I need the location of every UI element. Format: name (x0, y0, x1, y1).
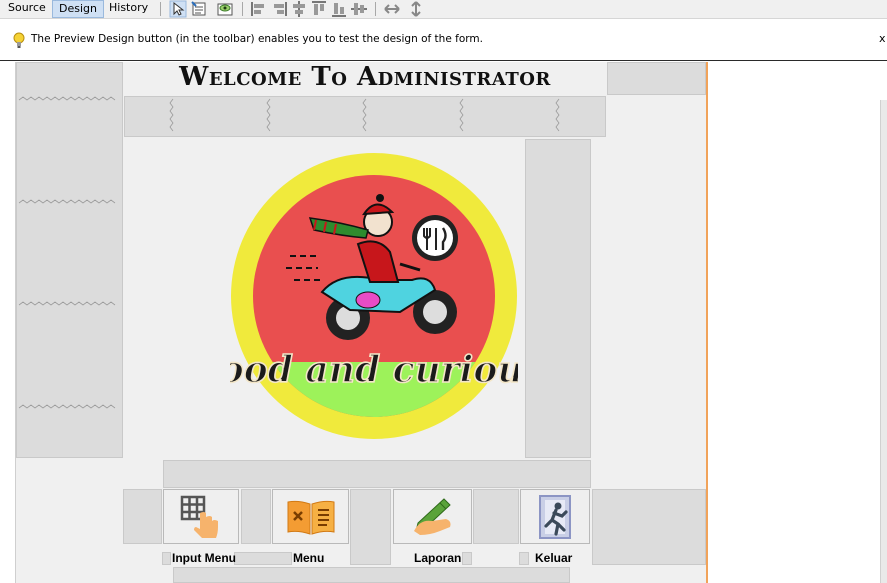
preview-design-icon[interactable] (216, 0, 234, 18)
toolbar-separator (375, 2, 376, 16)
hint-text: The Preview Design button (in the toolba… (31, 33, 483, 45)
layout-gap[interactable] (525, 139, 591, 458)
laporan-button[interactable] (393, 489, 472, 544)
hint-close-button[interactable]: x (879, 32, 886, 45)
menu-button[interactable] (272, 489, 349, 544)
tab-design[interactable]: Design (52, 0, 104, 18)
selection-mode-icon[interactable] (169, 0, 187, 18)
align-top-icon[interactable] (310, 0, 328, 18)
keluar-label: Keluar (535, 551, 573, 565)
input-menu-label: Input Menu (172, 551, 236, 565)
pen-hand-icon (413, 497, 451, 535)
lightbulb-icon (13, 32, 25, 48)
layout-gap[interactable] (173, 567, 570, 583)
fork-knife-icon (412, 215, 458, 261)
layout-gap[interactable] (607, 62, 706, 95)
hint-bar: The Preview Design button (in the toolba… (0, 20, 887, 61)
layout-gap[interactable] (16, 62, 123, 458)
layout-gap[interactable] (234, 552, 292, 565)
menu-book-icon (287, 500, 334, 535)
page-title: Welcome To Administrator (179, 62, 551, 92)
layout-gap[interactable] (592, 489, 706, 565)
layout-gap[interactable] (350, 489, 391, 565)
grid-hand-icon (180, 495, 218, 538)
gap-zigzag (169, 98, 560, 132)
layout-gap[interactable] (163, 460, 591, 488)
layout-gap[interactable] (462, 552, 472, 565)
food-and-curious-logo: food and curious (230, 153, 518, 439)
editor-toolbar: Source Design History (0, 0, 887, 19)
align-right-icon[interactable] (270, 0, 288, 18)
layout-gap[interactable] (241, 489, 271, 544)
connection-mode-icon[interactable] (190, 0, 208, 18)
layout-gap[interactable] (162, 552, 171, 565)
align-left-icon[interactable] (250, 0, 268, 18)
gap-zigzag (18, 96, 116, 409)
change-vertical-resizability-icon[interactable] (407, 0, 425, 18)
menu-label: Menu (293, 551, 325, 565)
vertical-scrollbar[interactable] (880, 100, 887, 583)
form-resize-edge[interactable] (706, 62, 708, 583)
tab-source[interactable]: Source (2, 0, 52, 18)
input-menu-button[interactable] (163, 489, 239, 544)
toolbar-separator (242, 2, 243, 16)
laporan-label: Laporan (414, 551, 462, 565)
center-horizontally-icon[interactable] (290, 0, 308, 18)
center-vertically-icon[interactable] (350, 0, 368, 18)
layout-gap[interactable] (123, 489, 162, 544)
toolbar-separator (160, 2, 161, 16)
keluar-button[interactable] (520, 489, 590, 544)
layout-gap[interactable] (519, 552, 529, 565)
align-bottom-icon[interactable] (330, 0, 348, 18)
layout-gap[interactable] (124, 96, 606, 137)
tab-history[interactable]: History (103, 0, 154, 18)
change-horizontal-resizability-icon[interactable] (383, 0, 401, 18)
logo-text: food and curious (230, 349, 518, 391)
exit-door-icon (539, 494, 571, 539)
layout-gap[interactable] (473, 489, 519, 544)
